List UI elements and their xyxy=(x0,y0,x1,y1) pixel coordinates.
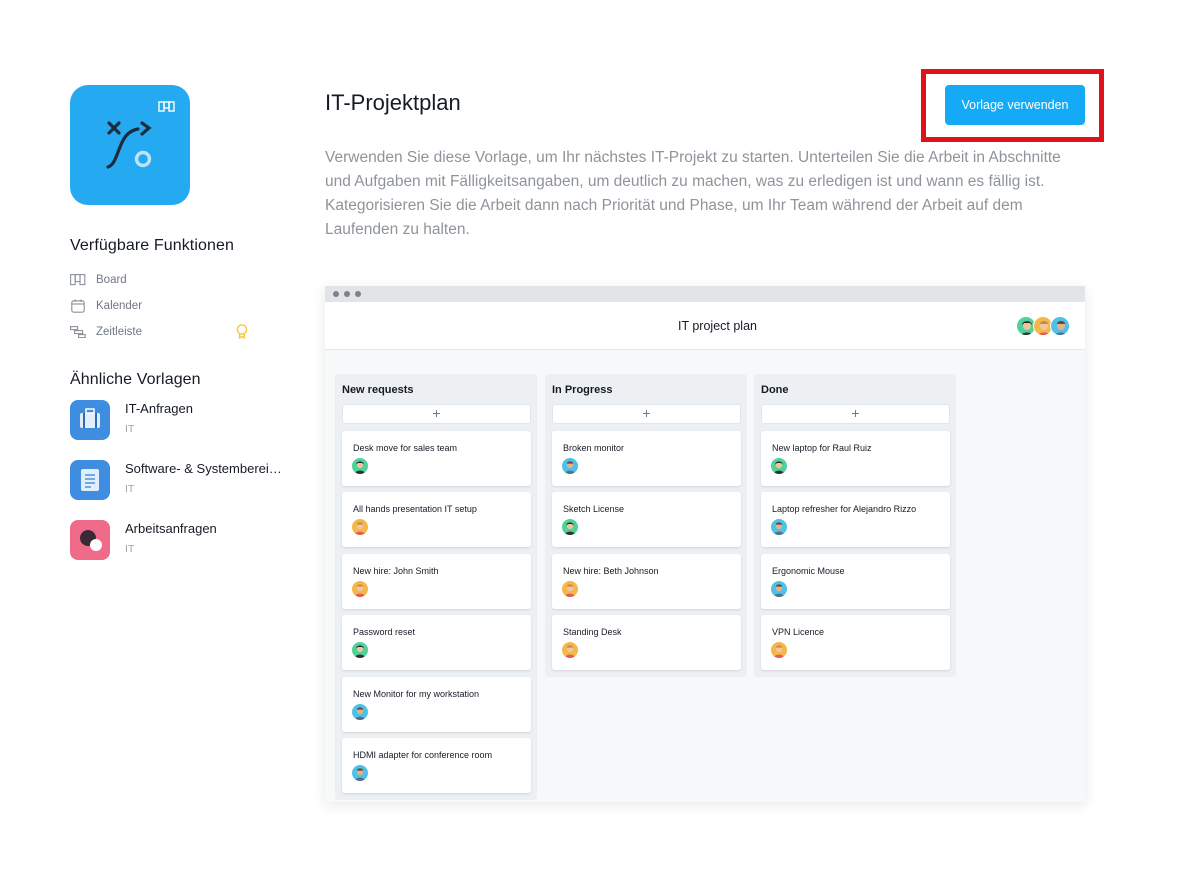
task-card[interactable]: New hire: Beth Johnson xyxy=(552,554,741,609)
features-title: Verfügbare Funktionen xyxy=(70,237,234,254)
task-card[interactable]: New hire: John Smith xyxy=(342,554,531,609)
premium-badge-icon xyxy=(236,324,248,342)
template-category: IT xyxy=(125,543,135,555)
feature-timeline: Zeitleiste xyxy=(70,323,260,341)
feature-label: Zeitleiste xyxy=(96,326,143,338)
add-task-button[interactable]: + xyxy=(342,404,531,424)
document-list-icon xyxy=(70,460,110,500)
task-title: Password reset xyxy=(353,627,416,637)
feature-label: Kalender xyxy=(96,300,143,312)
page-title: IT-Projektplan xyxy=(325,90,461,115)
calendar-icon xyxy=(70,299,86,313)
task-card[interactable]: Sketch License xyxy=(552,492,741,547)
use-template-button[interactable]: Vorlage verwenden xyxy=(945,85,1085,125)
window-dot xyxy=(333,291,339,297)
task-card[interactable]: Desk move for sales team xyxy=(342,431,531,486)
window-dot xyxy=(344,291,350,297)
task-title: HDMI adapter for conference room xyxy=(353,750,493,760)
task-title: All hands presentation IT setup xyxy=(353,504,477,514)
task-card[interactable]: All hands presentation IT setup xyxy=(342,492,531,547)
similar-template-software-deployment[interactable]: Software- & Systembereitstellung IT xyxy=(70,460,290,500)
similar-template-it-requests[interactable]: IT-Anfragen IT xyxy=(70,400,290,440)
task-card[interactable]: Broken monitor xyxy=(552,431,741,486)
task-card[interactable]: New Monitor for my workstation xyxy=(342,677,531,732)
preview-header: IT project plan xyxy=(325,302,1085,350)
avatar xyxy=(562,519,578,535)
task-title: Standing Desk xyxy=(563,627,622,637)
template-name: Arbeitsanfragen xyxy=(125,521,217,536)
avatar xyxy=(352,642,368,658)
project-plan-icon xyxy=(106,101,175,169)
template-preview: IT project plan New requests + Desk move… xyxy=(325,286,1085,802)
template-description: Verwenden Sie diese Vorlage, um Ihr näch… xyxy=(325,149,1061,238)
similar-template-work-requests[interactable]: Arbeitsanfragen IT xyxy=(70,520,290,560)
template-app-icon xyxy=(70,85,190,205)
avatar xyxy=(352,458,368,474)
template-category: IT xyxy=(125,423,135,435)
window-dot xyxy=(355,291,361,297)
task-card[interactable]: Ergonomic Mouse xyxy=(761,554,950,609)
speech-bubbles-icon xyxy=(70,520,110,560)
avatar xyxy=(771,581,787,597)
template-category: IT xyxy=(125,483,135,495)
avatar xyxy=(1050,316,1070,336)
template-name: IT-Anfragen xyxy=(125,401,193,416)
task-title: New hire: Beth Johnson xyxy=(563,566,659,576)
add-task-button[interactable]: + xyxy=(761,404,950,424)
task-card[interactable]: Password reset xyxy=(342,615,531,670)
avatar xyxy=(352,704,368,720)
avatar xyxy=(352,765,368,781)
avatar xyxy=(771,458,787,474)
task-title: New hire: John Smith xyxy=(353,566,439,576)
board-icon xyxy=(70,273,86,287)
task-title: New Monitor for my workstation xyxy=(353,689,480,699)
avatar xyxy=(562,642,578,658)
avatar xyxy=(562,458,578,474)
task-title: Desk move for sales team xyxy=(353,443,458,453)
task-title: Sketch License xyxy=(563,504,625,514)
add-task-button[interactable]: + xyxy=(552,404,741,424)
board-column-new-requests: New requests + Desk move for sales team … xyxy=(335,374,537,800)
task-card[interactable]: Standing Desk xyxy=(552,615,741,670)
task-title: Ergonomic Mouse xyxy=(772,566,845,576)
board-column-done: Done + New laptop for Raul Ruiz Laptop r… xyxy=(754,374,956,677)
template-name: Software- & Systembereitstellung xyxy=(125,461,285,476)
task-title: Broken monitor xyxy=(563,443,625,453)
task-card[interactable]: Laptop refresher for Alejandro Rizzo xyxy=(761,492,950,547)
avatar xyxy=(771,642,787,658)
preview-window-bar xyxy=(325,286,1085,302)
column-title: Done xyxy=(761,384,789,396)
column-title: New requests xyxy=(342,384,414,396)
feature-label: Board xyxy=(96,274,127,286)
task-title: VPN Licence xyxy=(772,627,825,637)
board-column-in-progress: In Progress + Broken monitor Sketch Lice… xyxy=(545,374,747,677)
task-card[interactable]: HDMI adapter for conference room xyxy=(342,738,531,793)
feature-board: Board xyxy=(70,271,260,289)
similar-templates-title: Ähnliche Vorlagen xyxy=(70,371,201,388)
task-title: New laptop for Raul Ruiz xyxy=(772,443,872,453)
avatar xyxy=(352,581,368,597)
avatar xyxy=(562,581,578,597)
task-card[interactable]: VPN Licence xyxy=(761,615,950,670)
timeline-icon xyxy=(70,325,86,339)
briefcase-icon xyxy=(70,400,110,440)
avatar xyxy=(352,519,368,535)
column-title: In Progress xyxy=(552,384,613,396)
avatar xyxy=(771,519,787,535)
preview-project-title: IT project plan xyxy=(678,319,757,333)
task-card[interactable]: New laptop for Raul Ruiz xyxy=(761,431,950,486)
feature-calendar: Kalender xyxy=(70,297,260,315)
task-title: Laptop refresher for Alejandro Rizzo xyxy=(772,504,917,514)
